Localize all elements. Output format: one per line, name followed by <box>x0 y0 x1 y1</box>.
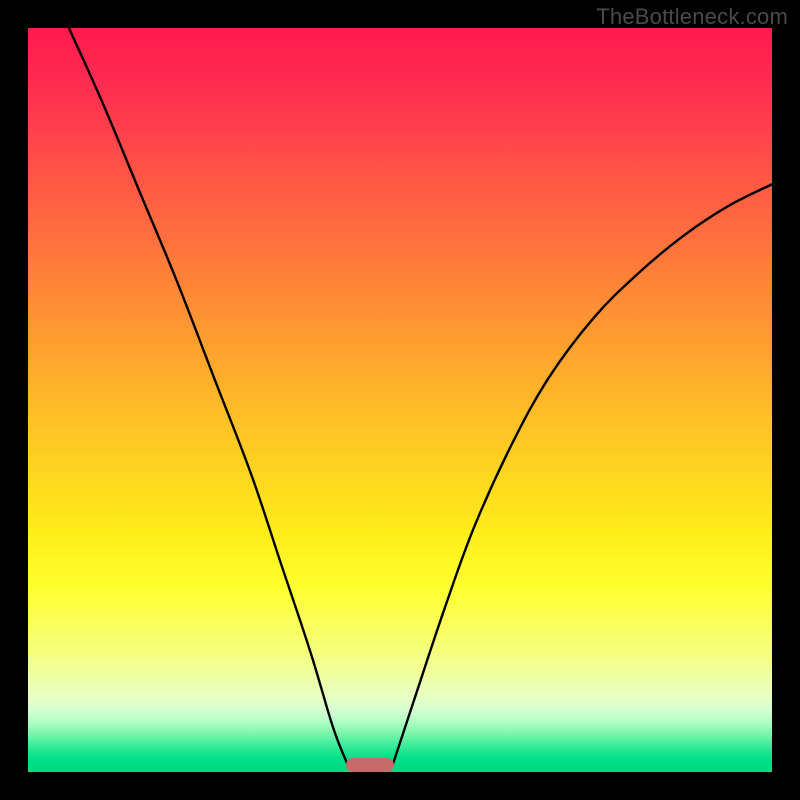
curves-layer <box>28 28 772 772</box>
bottleneck-marker <box>346 758 394 772</box>
chart-frame: TheBottleneck.com <box>0 0 800 800</box>
left-curve <box>69 28 348 765</box>
plot-area <box>28 28 772 772</box>
watermark-text: TheBottleneck.com <box>596 4 788 30</box>
right-curve <box>393 184 772 765</box>
